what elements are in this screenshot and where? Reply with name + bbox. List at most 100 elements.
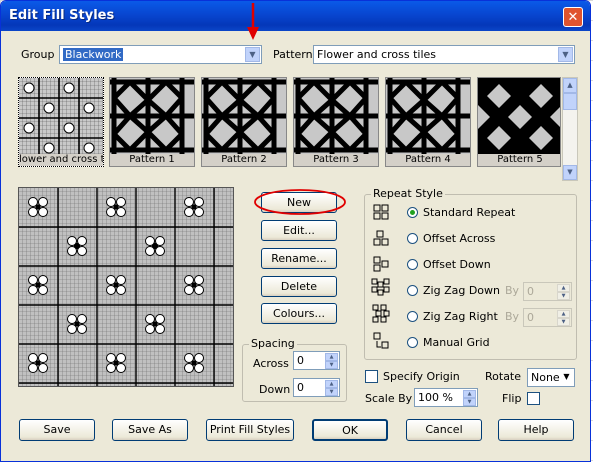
chevron-down-icon[interactable]: ▼ xyxy=(560,370,573,385)
save-as-button[interactable]: Save As xyxy=(112,419,188,441)
thumbnail-caption: Pattern 3 xyxy=(294,154,378,166)
close-button[interactable]: ✕ xyxy=(563,7,583,27)
save-button[interactable]: Save xyxy=(19,419,95,441)
stepper-down-icon[interactable]: ▼ xyxy=(463,398,476,406)
scale-by-label: Scale By xyxy=(365,392,413,405)
thumbnail-caption: Pattern 5 xyxy=(478,154,560,166)
thumbnail-scrollbar[interactable]: ▲ ▼ xyxy=(562,77,578,181)
thumbnail-art xyxy=(294,78,378,154)
window-title: Edit Fill Styles xyxy=(9,8,115,23)
across-label: Across xyxy=(253,357,289,370)
thumbnail-pattern-4[interactable]: Pattern 4 xyxy=(385,77,471,167)
chevron-down-icon[interactable]: ▼ xyxy=(245,47,260,62)
zig-zag-right-by-value: 0 xyxy=(527,311,534,324)
specify-origin-checkbox[interactable] xyxy=(365,370,378,383)
edit-fill-styles-dialog: Edit Fill Styles ✕ Group Blackwork ▼ Pat… xyxy=(0,0,591,462)
standard-repeat-radio[interactable] xyxy=(407,207,418,218)
stepper-down-icon[interactable]: ▼ xyxy=(557,292,570,300)
flip-checkbox[interactable] xyxy=(527,392,540,405)
stepper-down-icon[interactable]: ▼ xyxy=(325,361,338,369)
scale-by-value: 100 % xyxy=(418,391,453,404)
thumbnail-caption: Pattern 2 xyxy=(202,154,286,166)
stepper-up-icon[interactable]: ▲ xyxy=(557,284,570,292)
title-bar[interactable]: Edit Fill Styles ✕ xyxy=(1,1,590,31)
standard-repeat-icon xyxy=(373,204,389,220)
zig-zag-down-by-value: 0 xyxy=(527,285,534,298)
thumbnail-flower-and-cross[interactable]: lower and cross tile xyxy=(18,77,104,167)
repeat-style-title: Repeat Style xyxy=(371,187,445,200)
rename-button[interactable]: Rename... xyxy=(261,248,337,269)
flip-label: Flip xyxy=(502,392,522,405)
manual-grid-icon xyxy=(373,332,389,349)
manual-grid-label: Manual Grid xyxy=(423,336,490,349)
cancel-button[interactable]: Cancel xyxy=(406,419,482,441)
down-value: 0 xyxy=(297,381,304,394)
zig-zag-right-label: Zig Zag Right xyxy=(423,310,498,323)
ok-button[interactable]: OK xyxy=(312,419,388,441)
scroll-down-icon[interactable]: ▼ xyxy=(563,165,577,180)
manual-grid-radio[interactable] xyxy=(407,337,418,348)
offset-down-icon xyxy=(373,256,389,272)
pattern-dropdown[interactable]: Flower and cross tiles ▼ xyxy=(313,45,575,64)
chevron-down-icon[interactable]: ▼ xyxy=(558,47,573,62)
rotate-label: Rotate xyxy=(485,370,522,383)
scroll-thumb[interactable] xyxy=(563,93,577,110)
thumbnail-pattern-3[interactable]: Pattern 3 xyxy=(293,77,379,167)
zig-zag-right-icon xyxy=(372,304,390,323)
preview-art xyxy=(19,188,233,386)
pattern-label: Pattern xyxy=(273,48,313,61)
offset-down-label: Offset Down xyxy=(423,258,491,271)
zig-zag-down-by-stepper[interactable]: 0 ▲ ▼ xyxy=(523,282,572,301)
rotate-dropdown[interactable]: None ▼ xyxy=(527,368,575,387)
across-stepper[interactable]: 0 ▲ ▼ xyxy=(293,351,340,370)
rotate-value: None xyxy=(531,371,560,384)
offset-across-label: Offset Across xyxy=(423,232,496,245)
delete-button[interactable]: Delete xyxy=(261,276,337,297)
thumbnail-art xyxy=(478,78,560,154)
group-label: Group xyxy=(21,48,55,61)
zig-zag-down-icon xyxy=(371,278,390,296)
colours-button[interactable]: Colours... xyxy=(261,303,337,324)
group-dropdown[interactable]: Blackwork ▼ xyxy=(59,45,262,64)
stepper-up-icon[interactable]: ▲ xyxy=(325,353,338,361)
pattern-value: Flower and cross tiles xyxy=(317,48,437,61)
stepper-down-icon[interactable]: ▼ xyxy=(325,388,338,396)
scroll-up-icon[interactable]: ▲ xyxy=(563,78,577,93)
specify-origin-label: Specify Origin xyxy=(383,370,460,383)
stepper-up-icon[interactable]: ▲ xyxy=(463,390,476,398)
across-value: 0 xyxy=(297,354,304,367)
help-button[interactable]: Help xyxy=(498,419,574,441)
zig-zag-down-label: Zig Zag Down xyxy=(423,284,500,297)
print-fill-styles-button[interactable]: Print Fill Styles xyxy=(206,419,294,441)
offset-across-radio[interactable] xyxy=(407,233,418,244)
stepper-up-icon[interactable]: ▲ xyxy=(557,310,570,318)
down-label: Down xyxy=(259,383,291,396)
offset-down-radio[interactable] xyxy=(407,259,418,270)
stepper-up-icon[interactable]: ▲ xyxy=(325,380,338,388)
thumbnail-pattern-5[interactable]: Pattern 5 xyxy=(477,77,561,167)
pattern-preview xyxy=(18,187,234,387)
thumbnail-art xyxy=(19,78,103,154)
thumbnail-caption: lower and cross tile xyxy=(19,154,103,166)
thumbnail-pattern-2[interactable]: Pattern 2 xyxy=(201,77,287,167)
stepper-down-icon[interactable]: ▼ xyxy=(557,318,570,326)
thumbnail-caption: Pattern 1 xyxy=(110,154,194,166)
group-value: Blackwork xyxy=(63,48,124,61)
offset-across-icon xyxy=(373,230,389,246)
thumbnail-pattern-1[interactable]: Pattern 1 xyxy=(109,77,195,167)
close-icon: ✕ xyxy=(567,10,579,25)
down-stepper[interactable]: 0 ▲ ▼ xyxy=(293,378,340,397)
annotation-circle xyxy=(254,189,346,215)
zig-zag-down-radio[interactable] xyxy=(407,285,418,296)
annotation-arrow xyxy=(247,3,259,40)
zig-zag-down-by-label: By xyxy=(505,284,520,297)
standard-repeat-label: Standard Repeat xyxy=(423,206,516,219)
zig-zag-right-radio[interactable] xyxy=(407,311,418,322)
thumbnail-art xyxy=(110,78,194,154)
scale-by-stepper[interactable]: 100 % ▲ ▼ xyxy=(414,388,478,407)
edit-button[interactable]: Edit... xyxy=(261,220,337,241)
zig-zag-right-by-stepper[interactable]: 0 ▲ ▼ xyxy=(523,308,572,327)
spacing-title: Spacing xyxy=(249,337,297,350)
zig-zag-right-by-label: By xyxy=(505,310,520,323)
thumbnail-art xyxy=(202,78,286,154)
